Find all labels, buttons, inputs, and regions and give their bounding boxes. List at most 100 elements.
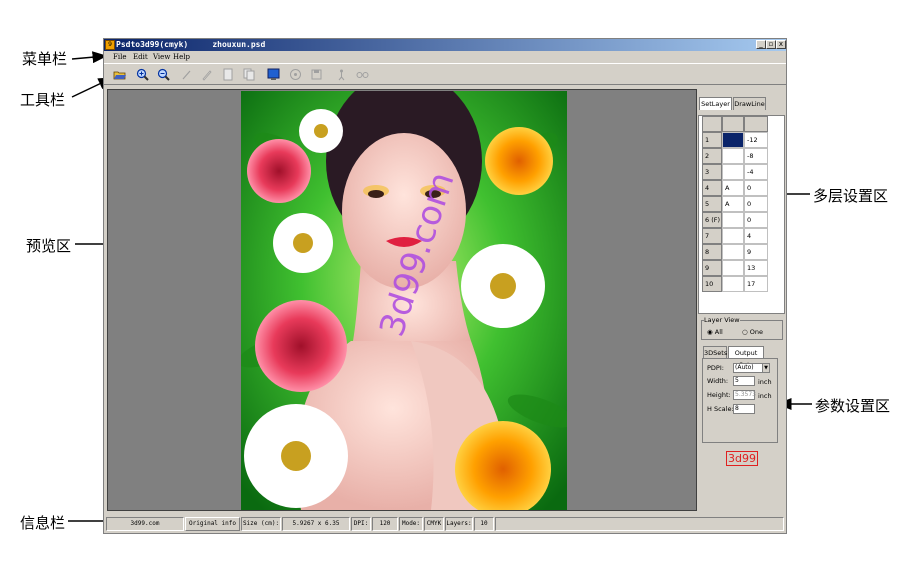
width-unit: inch bbox=[758, 378, 772, 386]
chevron-down-icon[interactable]: ▼ bbox=[762, 363, 770, 373]
minimize-button[interactable]: _ bbox=[756, 40, 766, 49]
menu-file[interactable]: File bbox=[113, 52, 126, 62]
layer-mark[interactable] bbox=[722, 228, 744, 244]
layer-mark[interactable] bbox=[722, 148, 744, 164]
close-button[interactable]: x bbox=[776, 40, 786, 49]
pdpi-label: PDPI: bbox=[707, 364, 724, 372]
layer-mark[interactable]: A bbox=[722, 180, 744, 196]
radio-one[interactable]: ○ One bbox=[742, 328, 763, 337]
layer-number: 1 bbox=[702, 132, 722, 148]
layer-number: 8 bbox=[702, 244, 722, 260]
menu-help[interactable]: Help bbox=[173, 52, 190, 62]
layer-value[interactable]: 9 bbox=[744, 244, 768, 260]
zoom-in-icon[interactable] bbox=[136, 68, 149, 81]
menu-view[interactable]: View bbox=[153, 52, 170, 62]
layer-value[interactable]: 0 bbox=[744, 196, 768, 212]
layer-number: 7 bbox=[702, 228, 722, 244]
status-site: 3d99.com bbox=[106, 517, 184, 531]
layer-value[interactable]: 0 bbox=[744, 180, 768, 196]
layer-row[interactable]: 5 A 0 bbox=[702, 196, 768, 212]
layer-table-header bbox=[702, 116, 768, 132]
copy-icon[interactable] bbox=[242, 68, 255, 81]
width-field[interactable]: 5 bbox=[733, 376, 755, 386]
zoom-out-icon[interactable] bbox=[157, 68, 170, 81]
hscale-label: H Scale: bbox=[707, 405, 734, 413]
tab-3dsets[interactable]: 3DSets bbox=[703, 346, 727, 358]
layer-view-group: Layer View ◉ All ○ One bbox=[701, 316, 783, 340]
status-bar: 3d99.com Original info Size (cm): 5.9267… bbox=[104, 516, 786, 532]
tab-output-sets[interactable]: Output Sets bbox=[728, 346, 764, 369]
layer-row[interactable]: 6 (F) 0 bbox=[702, 212, 768, 228]
height-unit: inch bbox=[758, 392, 772, 400]
layer-row[interactable]: 2 -8 bbox=[702, 148, 768, 164]
tab-drawline[interactable]: DrawLine bbox=[733, 97, 766, 110]
radio-all[interactable]: ◉ All bbox=[707, 328, 723, 337]
status-mode-label: Mode: bbox=[399, 517, 423, 531]
status-layers-value: 10 bbox=[474, 517, 494, 531]
layer-view-label: Layer View bbox=[704, 316, 740, 325]
layer-number: 4 bbox=[702, 180, 722, 196]
layer-row[interactable]: 9 13 bbox=[702, 260, 768, 276]
menu-bar: File Edit View Help bbox=[104, 51, 786, 63]
monitor-icon[interactable] bbox=[267, 68, 280, 81]
status-size-value: 5.9267 x 6.35 bbox=[282, 517, 350, 531]
layer-number: 6 (F) bbox=[702, 212, 722, 228]
layer-row[interactable]: 4 A 0 bbox=[702, 180, 768, 196]
glasses-icon[interactable] bbox=[356, 68, 369, 81]
toolbar bbox=[104, 63, 786, 85]
output-settings-panel: PDPI: (Auto) ▼ Width: 5 inch Height: 5.3… bbox=[702, 358, 778, 443]
layer-value[interactable]: -8 bbox=[744, 148, 768, 164]
layer-value[interactable]: -4 bbox=[744, 164, 768, 180]
layer-mark[interactable] bbox=[722, 164, 744, 180]
layer-row[interactable]: 3 -4 bbox=[702, 164, 768, 180]
layer-mark[interactable] bbox=[722, 132, 744, 148]
layer-value[interactable]: -12 bbox=[744, 132, 768, 148]
status-layers-label: Layers: bbox=[445, 517, 473, 531]
layer-mark[interactable] bbox=[722, 212, 744, 228]
title-bar[interactable]: 9 Psdto3d99(cmyk) zhouxun.psd _ ▫ x bbox=[104, 39, 786, 51]
original-info-button[interactable]: Original info bbox=[185, 517, 240, 531]
layer-number: 3 bbox=[702, 164, 722, 180]
layer-value[interactable]: 4 bbox=[744, 228, 768, 244]
brand-logo: 3d99 bbox=[726, 451, 758, 466]
hscale-field[interactable]: 8 bbox=[733, 404, 755, 414]
layer-row[interactable]: 7 4 bbox=[702, 228, 768, 244]
daisy bbox=[273, 213, 333, 273]
layer-row[interactable]: 8 9 bbox=[702, 244, 768, 260]
layer-number: 2 bbox=[702, 148, 722, 164]
layer-mark[interactable] bbox=[722, 260, 744, 276]
status-dpi-value: 120 bbox=[372, 517, 398, 531]
maximize-button[interactable]: ▫ bbox=[766, 40, 776, 49]
layer-mark[interactable] bbox=[722, 276, 744, 292]
layer-value[interactable]: 17 bbox=[744, 276, 768, 292]
width-label: Width: bbox=[707, 377, 729, 385]
layer-number: 9 bbox=[702, 260, 722, 276]
layer-mark[interactable] bbox=[722, 244, 744, 260]
layer-value[interactable]: 0 bbox=[744, 212, 768, 228]
window-title: Psdto3d99(cmyk) zhouxun.psd bbox=[116, 40, 266, 49]
disc-icon[interactable] bbox=[289, 68, 302, 81]
figure-icon[interactable] bbox=[335, 68, 348, 81]
wand-icon[interactable] bbox=[180, 68, 193, 81]
layer-value[interactable]: 13 bbox=[744, 260, 768, 276]
open-folder-icon[interactable] bbox=[113, 68, 126, 81]
layer-row[interactable]: 10 17 bbox=[702, 276, 768, 292]
app-window: 9 Psdto3d99(cmyk) zhouxun.psd _ ▫ x File… bbox=[103, 38, 787, 534]
tab-setlayer[interactable]: SetLayer bbox=[699, 97, 732, 110]
layer-mark[interactable]: A bbox=[722, 196, 744, 212]
status-empty bbox=[495, 517, 784, 531]
height-field[interactable]: 5.3573 bbox=[733, 390, 756, 400]
layer-row[interactable]: 1 -12 bbox=[702, 132, 768, 148]
layer-table: 1 -12 2 -8 3 -4 4 A 0 5 A 0 6 (F) 0 7 4 … bbox=[698, 115, 785, 314]
status-mode-value: CMYK bbox=[424, 517, 444, 531]
save-icon[interactable] bbox=[310, 68, 323, 81]
arrow-menubar bbox=[71, 51, 108, 64]
status-size-label: Size (cm): bbox=[241, 517, 281, 531]
document-icon[interactable] bbox=[221, 68, 234, 81]
layer-number: 10 bbox=[702, 276, 722, 292]
app-logo-icon: 9 bbox=[105, 40, 115, 50]
layer-number: 5 bbox=[702, 196, 722, 212]
height-label: Height: bbox=[707, 391, 731, 399]
menu-edit[interactable]: Edit bbox=[133, 52, 148, 62]
pen-icon[interactable] bbox=[200, 68, 213, 81]
